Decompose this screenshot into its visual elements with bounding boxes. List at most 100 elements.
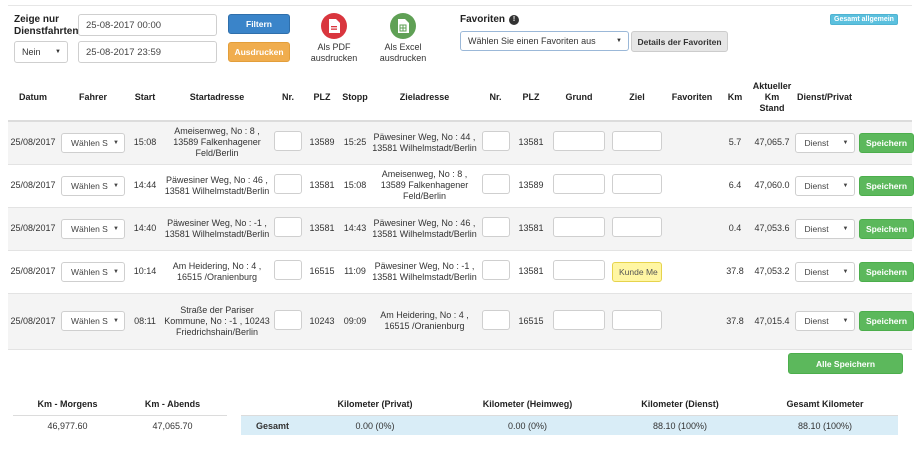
driver-select[interactable]: Wählen S ▼ <box>61 218 125 239</box>
km-total-label: Gesamt Kilometer <box>786 399 864 409</box>
driver-select[interactable]: Wählen S ▼ <box>61 311 125 331</box>
chevron-down-icon: ▼ <box>842 182 849 189</box>
trips-table: Datum Fahrer Start Startadresse Nr. PLZ … <box>8 74 914 350</box>
cell-stop-time: 15:08 <box>340 164 370 208</box>
type-select[interactable]: Dienst ▼ <box>794 175 855 196</box>
cell-favorites <box>666 293 718 350</box>
col-header-km: Km <box>718 74 752 122</box>
cell-dest-zip: 13589 <box>512 164 550 208</box>
km-private-value: 0.00 (0%) <box>355 421 395 431</box>
dest-number-input[interactable] <box>481 131 510 152</box>
cell-start-time: 14:44 <box>128 164 162 208</box>
table-row: 25/08/2017 Wählen S ▼ 14:44 Päwesiner Weg… <box>8 164 914 208</box>
cell-driver: Wählen S ▼ <box>58 121 128 165</box>
business-only-select[interactable]: Nein ▼ <box>14 41 68 63</box>
cell-odometer: 47,015.4 <box>752 293 792 350</box>
reason-input[interactable] <box>553 174 605 194</box>
type-select-value: Dienst <box>804 316 829 326</box>
cell-reason <box>550 164 608 208</box>
km-summary-divider <box>13 415 227 416</box>
start-number-input[interactable] <box>274 309 302 330</box>
goal-input[interactable] <box>612 174 662 194</box>
table-header-row: Datum Fahrer Start Startadresse Nr. PLZ … <box>8 74 912 122</box>
type-select[interactable]: Dienst ▼ <box>794 311 855 331</box>
driver-select[interactable]: Wählen S ▼ <box>61 175 125 196</box>
dest-number-input[interactable] <box>481 217 510 237</box>
cell-km: 37.8 <box>718 293 752 350</box>
km-evening-value: 47,065.70 <box>152 421 193 431</box>
chevron-down-icon: ▼ <box>842 225 849 232</box>
col-header-date: Datum <box>8 74 58 122</box>
col-header-favorites: Favoriten <box>666 74 718 122</box>
reason-input[interactable] <box>553 309 605 330</box>
pdf-export-button[interactable]: Als PDF ausdrucken <box>304 13 364 64</box>
favorites-details-button[interactable]: Details der Favoriten <box>631 31 728 52</box>
cell-odometer: 47,053.2 <box>752 250 792 294</box>
cell-date: 25/08/2017 <box>8 250 58 294</box>
col-header-stop: Stopp <box>340 74 370 122</box>
driver-select[interactable]: Wählen S ▼ <box>61 132 125 153</box>
cell-km: 6.4 <box>718 164 752 208</box>
col-header-goal: Ziel <box>608 74 666 122</box>
dest-number-input[interactable] <box>481 174 510 194</box>
type-select[interactable]: Dienst ▼ <box>794 218 855 239</box>
excel-export-button[interactable]: Als Excel ausdrucken <box>373 13 433 64</box>
save-row-button[interactable]: Speichern <box>859 218 914 239</box>
filter-button[interactable]: Filtern <box>228 14 290 34</box>
save-row-button[interactable]: Speichern <box>859 261 914 282</box>
cell-dest-number <box>479 207 512 251</box>
reason-input[interactable] <box>553 131 605 152</box>
start-number-input[interactable] <box>274 174 302 194</box>
save-row-button[interactable]: Speichern <box>859 311 914 331</box>
table-row: 25/08/2017 Wählen S ▼ 10:14 Am Heidering,… <box>8 250 914 294</box>
goal-input[interactable] <box>612 217 662 237</box>
cell-odometer: 47,065.7 <box>752 121 792 165</box>
start-number-input[interactable] <box>274 131 302 152</box>
km-business-value: 88.10 (100%) <box>652 421 708 431</box>
date-from-input[interactable]: 25-08-2017 00:00 <box>78 14 217 36</box>
km-business-label: Kilometer (Dienst) <box>641 399 719 409</box>
cell-start-zip: 13581 <box>304 164 340 208</box>
cell-favorites <box>666 207 718 251</box>
cell-start-zip: 13581 <box>304 207 340 251</box>
cell-start-address: Päwesiner Weg, No : 46 , 13581 Wilhelmst… <box>162 164 272 208</box>
dest-number-input[interactable] <box>481 309 510 330</box>
cell-actions: Speichern <box>857 121 914 165</box>
print-button[interactable]: Ausdrucken <box>228 42 290 62</box>
save-row-button[interactable]: Speichern <box>859 132 914 153</box>
dest-number-input[interactable] <box>481 260 510 280</box>
col-header-odometer: Aktueller Km Stand <box>752 74 792 122</box>
cell-actions: Speichern <box>857 293 914 350</box>
driver-select-value: Wählen S <box>71 316 108 326</box>
cell-odometer: 47,060.0 <box>752 164 792 208</box>
favorites-title: Favoriten <box>460 14 506 25</box>
save-row-button[interactable]: Speichern <box>859 175 914 196</box>
chevron-down-icon: ▼ <box>842 268 849 275</box>
col-header-driver: Fahrer <box>58 74 128 122</box>
type-select[interactable]: Dienst ▼ <box>794 132 855 153</box>
km-total-value: 88.10 (100%) <box>797 421 853 431</box>
km-private-label: Kilometer (Privat) <box>337 399 413 409</box>
cell-start-number <box>272 121 304 165</box>
date-to-input[interactable]: 25-08-2017 23:59 <box>78 41 217 63</box>
reason-input[interactable] <box>553 260 605 280</box>
goal-input[interactable] <box>612 309 662 330</box>
favorites-heading: Favoriten ! <box>460 14 520 25</box>
cell-driver: Wählen S ▼ <box>58 164 128 208</box>
type-select[interactable]: Dienst ▼ <box>794 261 855 282</box>
cell-start-time: 08:11 <box>128 293 162 350</box>
save-all-button[interactable]: Alle Speichern <box>788 353 903 374</box>
type-select-value: Dienst <box>804 266 829 277</box>
reason-input[interactable] <box>553 217 605 237</box>
driver-select[interactable]: Wählen S ▼ <box>61 261 125 282</box>
start-number-input[interactable] <box>274 260 302 280</box>
favorites-select[interactable]: Wählen Sie einen Favoriten aus ▼ <box>460 31 629 51</box>
info-icon[interactable]: ! <box>509 14 520 25</box>
start-number-input[interactable] <box>274 217 302 237</box>
cell-km: 37.8 <box>718 250 752 294</box>
cell-date: 25/08/2017 <box>8 121 58 165</box>
cell-type: Dienst ▼ <box>792 250 857 294</box>
goal-input[interactable] <box>612 131 662 152</box>
total-general-badge[interactable]: Gesamt allgemein <box>830 14 898 25</box>
goal-input[interactable]: Kunde Me <box>612 261 662 282</box>
